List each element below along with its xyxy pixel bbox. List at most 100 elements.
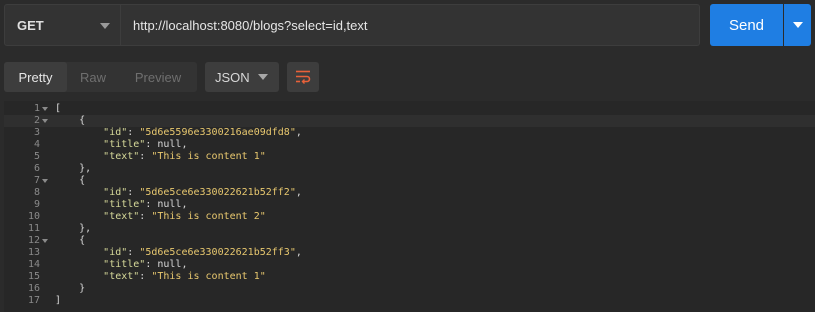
method-select[interactable]: GET xyxy=(4,4,121,46)
line-number: 11 xyxy=(27,223,40,234)
json-comma: , xyxy=(295,127,302,138)
line-number: 10 xyxy=(27,211,40,222)
format-select[interactable]: JSON xyxy=(205,62,279,92)
code-line: 1[ xyxy=(4,103,815,115)
json-key: "id" xyxy=(103,127,128,138)
json-separator: : xyxy=(127,187,140,198)
tab-raw[interactable]: Raw xyxy=(67,62,119,92)
response-toolbar: Pretty Raw Preview JSON xyxy=(4,62,811,92)
json-value: null xyxy=(157,259,182,270)
code-line: 5 "text": "This is content 1" xyxy=(4,151,815,163)
json-comma: , xyxy=(181,139,188,150)
send-button[interactable]: Send xyxy=(710,4,783,46)
line-number: 9 xyxy=(33,199,40,210)
json-value: "5d6e5ce6e330022621b52ff2" xyxy=(139,187,296,198)
code-line: 7 { xyxy=(4,175,815,187)
code-line: 4 "title": null, xyxy=(4,139,815,151)
code-text: { xyxy=(55,175,85,187)
code-line: 8 "id": "5d6e5ce6e330022621b52ff2", xyxy=(4,187,815,199)
fold-triangle-icon[interactable] xyxy=(41,115,49,127)
json-comma: , xyxy=(295,247,302,258)
code-text: "id": "5d6e5ce6e330022621b52ff2", xyxy=(55,187,302,199)
json-punctuation: ] xyxy=(55,295,62,306)
chevron-down-icon xyxy=(258,74,268,80)
response-body-editor[interactable]: 1[2 {3 "id": "5d6e5596e3300216ae09dfd8",… xyxy=(4,101,815,312)
code-line: 13 "id": "5d6e5ce6e330022621b52ff3", xyxy=(4,247,815,259)
wrap-lines-button[interactable] xyxy=(287,62,319,92)
json-separator: : xyxy=(139,271,152,282)
code-text: "text": "This is content 1" xyxy=(55,271,266,283)
line-number: 1 xyxy=(33,103,40,114)
json-key: "title" xyxy=(103,139,146,150)
line-number: 7 xyxy=(33,175,40,186)
fold-triangle-icon[interactable] xyxy=(41,103,49,115)
json-value: "5d6e5596e3300216ae09dfd8" xyxy=(139,127,296,138)
json-key: "text" xyxy=(103,211,140,222)
chevron-down-icon xyxy=(792,22,803,28)
tab-pretty-label: Pretty xyxy=(18,69,53,85)
line-number: 6 xyxy=(33,163,40,174)
line-number: 3 xyxy=(33,127,40,138)
json-value: null xyxy=(157,199,182,210)
json-key: "id" xyxy=(103,187,128,198)
code-text: "text": "This is content 1" xyxy=(55,151,266,163)
line-number: 12 xyxy=(27,235,40,246)
active-line-highlight xyxy=(4,115,815,127)
code-text: "title": null, xyxy=(55,139,188,151)
code-text: { xyxy=(55,235,85,247)
chevron-down-icon xyxy=(100,23,110,29)
code-line: 16 } xyxy=(4,283,815,295)
json-punctuation: { xyxy=(55,115,86,126)
code-line: 6 }, xyxy=(4,163,815,175)
json-separator: : xyxy=(127,247,140,258)
view-tabs: Pretty Raw Preview xyxy=(4,62,197,92)
line-number: 17 xyxy=(27,295,40,306)
code-line: 17] xyxy=(4,295,815,307)
code-line: 10 "text": "This is content 2" xyxy=(4,211,815,223)
json-key: "title" xyxy=(103,259,146,270)
code-line: 2 { xyxy=(4,115,815,127)
code-text: } xyxy=(55,283,85,295)
json-punctuation: [ xyxy=(55,103,62,114)
line-number: 16 xyxy=(27,283,40,294)
json-separator: : xyxy=(145,259,158,270)
json-key: "text" xyxy=(103,151,140,162)
json-value: "This is content 2" xyxy=(151,211,266,222)
json-separator: : xyxy=(139,211,152,222)
send-options-button[interactable] xyxy=(784,4,811,46)
request-bar: GET Send xyxy=(4,4,811,46)
json-punctuation: } xyxy=(55,283,86,294)
line-number: 13 xyxy=(27,247,40,258)
json-punctuation: }, xyxy=(55,163,92,174)
json-separator: : xyxy=(127,127,140,138)
code-line: 9 "title": null, xyxy=(4,199,815,211)
code-line: 12 { xyxy=(4,235,815,247)
json-punctuation: { xyxy=(55,235,86,246)
code-line: 15 "text": "This is content 1" xyxy=(4,271,815,283)
tab-pretty[interactable]: Pretty xyxy=(4,62,67,92)
send-label: Send xyxy=(728,16,765,34)
json-comma: , xyxy=(295,187,302,198)
line-number: 14 xyxy=(27,259,40,270)
code-text: "title": null, xyxy=(55,199,187,211)
fold-triangle-icon[interactable] xyxy=(41,175,49,187)
code-text: }, xyxy=(55,163,91,175)
line-number: 5 xyxy=(33,151,40,162)
tab-preview[interactable]: Preview xyxy=(119,62,197,92)
code-text: "id": "5d6e5ce6e330022621b52ff3", xyxy=(55,247,302,259)
url-input[interactable] xyxy=(121,4,700,46)
code-line: 14 "title": null, xyxy=(4,259,815,271)
json-separator: : xyxy=(145,139,158,150)
fold-triangle-icon[interactable] xyxy=(41,235,49,247)
code-text: "id": "5d6e5596e3300216ae09dfd8", xyxy=(55,127,302,139)
json-value: null xyxy=(157,139,182,150)
code-text: }, xyxy=(55,223,91,235)
json-separator: : xyxy=(139,151,152,162)
